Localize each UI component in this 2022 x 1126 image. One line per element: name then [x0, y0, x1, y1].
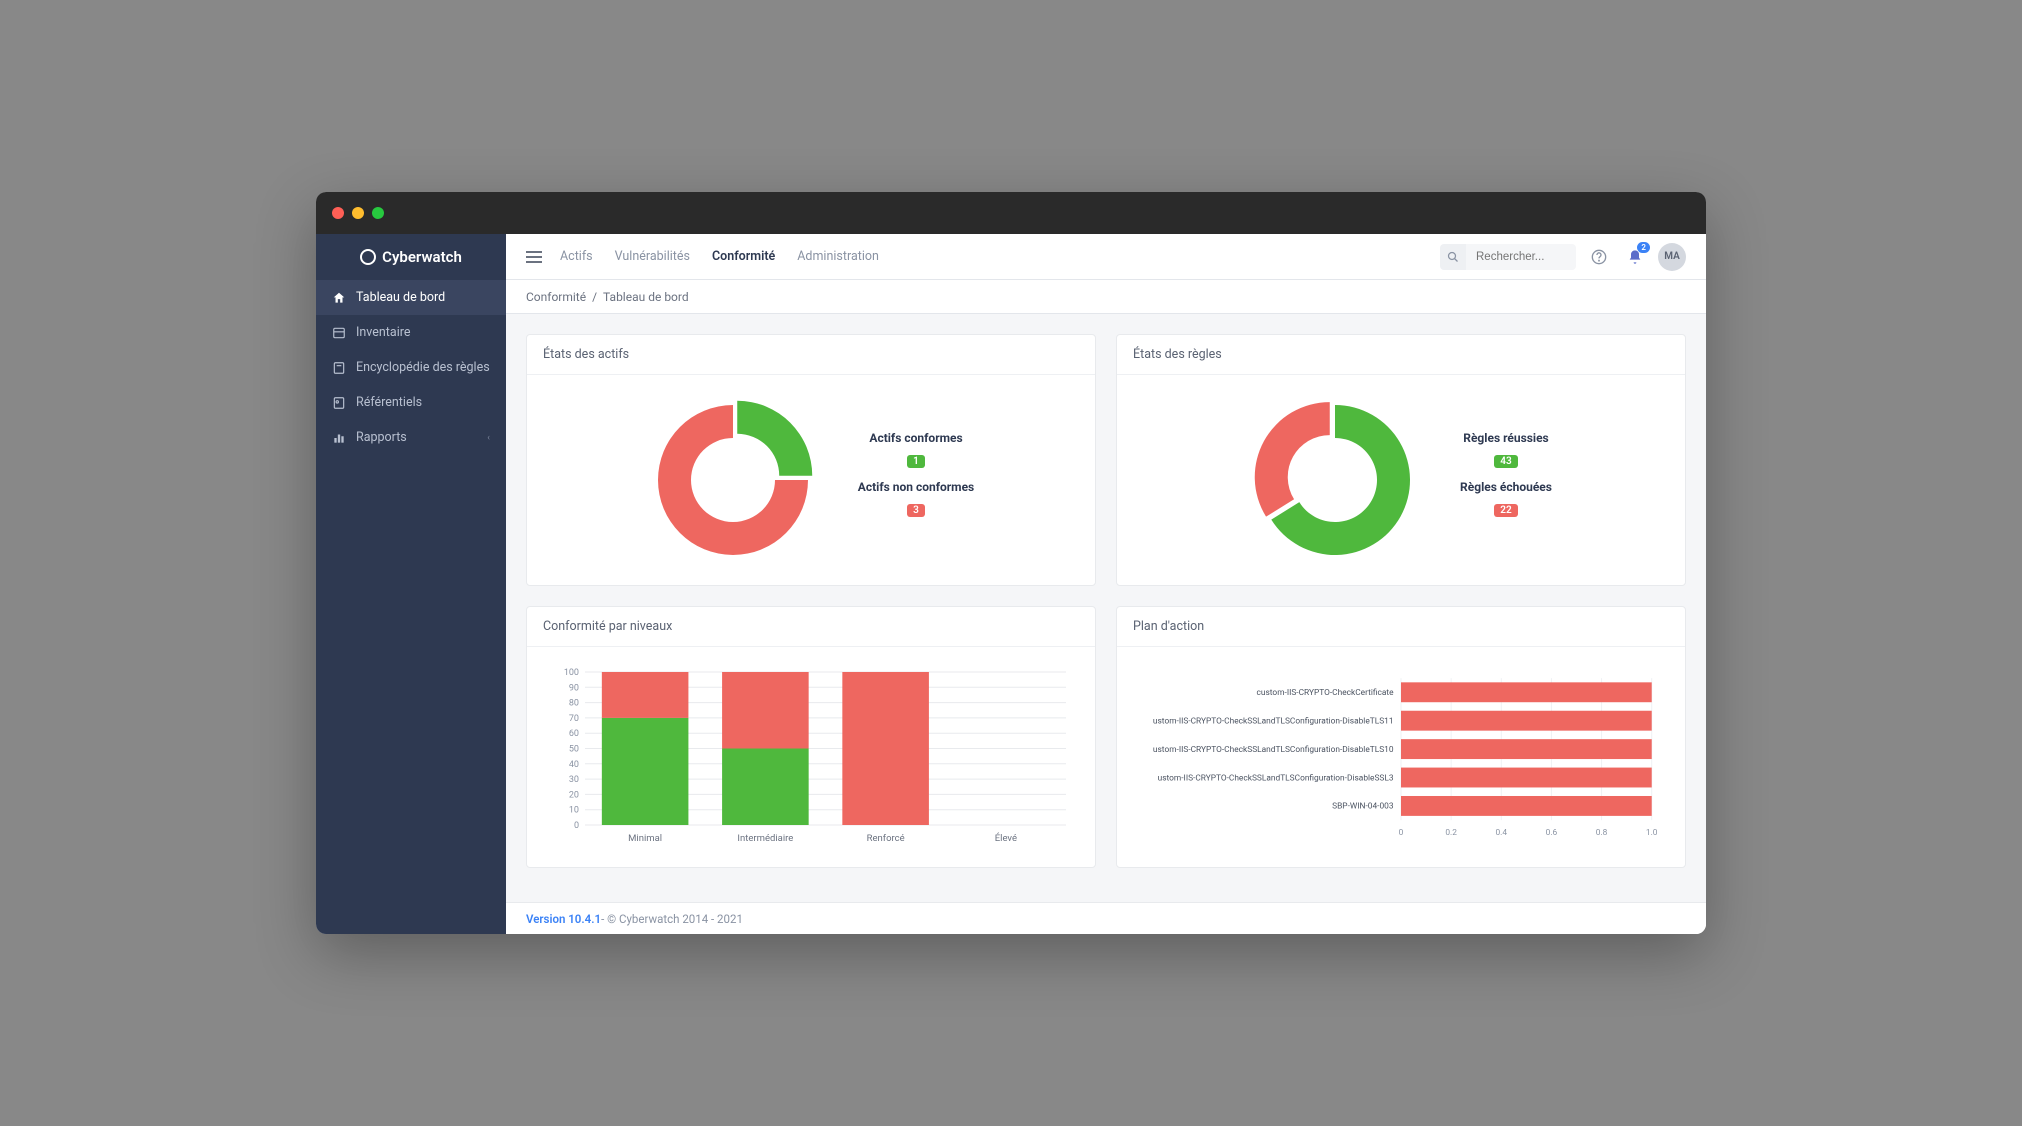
card-asset-states: États des actifs Actifs conformes 1 Acti…	[526, 334, 1096, 586]
svg-text:40: 40	[569, 760, 579, 770]
topbar: Actifs Vulnérabilités Conformité Adminis…	[506, 234, 1706, 280]
svg-text:80: 80	[569, 699, 579, 709]
book-icon	[332, 361, 346, 375]
svg-text:Minimal: Minimal	[628, 833, 662, 844]
topnav-assets[interactable]: Actifs	[560, 249, 593, 264]
brand-name: Cyberwatch	[382, 248, 462, 266]
card-action-plan: Plan d'action custom-IIS-CRYPTO-CheckCer…	[1116, 606, 1686, 868]
donut-chart-rules	[1250, 395, 1420, 565]
card-rule-states: États des règles Règles réussies 43 Règl…	[1116, 334, 1686, 586]
chevron-left-icon: ‹	[487, 433, 490, 443]
svg-text:90: 90	[569, 683, 579, 693]
sidebar-item-references[interactable]: Référentiels	[316, 385, 506, 420]
bar-chart-plan: custom-IIS-CRYPTO-CheckCertificate ustom-…	[1141, 667, 1661, 847]
help-button[interactable]	[1586, 244, 1612, 270]
copyright: - © Cyberwatch 2014 - 2021	[601, 912, 743, 926]
window-close-icon[interactable]	[332, 207, 344, 219]
svg-text:1.0: 1.0	[1646, 828, 1658, 838]
svg-text:30: 30	[569, 775, 579, 785]
footer: Version 10.4.1 - © Cyberwatch 2014 - 202…	[506, 902, 1706, 934]
window-minimize-icon[interactable]	[352, 207, 364, 219]
sidebar-item-label: Encyclopédie des règles	[356, 360, 490, 375]
svg-text:0.6: 0.6	[1546, 828, 1558, 838]
svg-text:50: 50	[569, 745, 579, 755]
sidebar-item-label: Rapports	[356, 430, 407, 445]
svg-text:ustom-IIS-CRYPTO-CheckSSLandTL: ustom-IIS-CRYPTO-CheckSSLandTLSConfigura…	[1153, 745, 1394, 755]
svg-text:Élevé: Élevé	[995, 832, 1017, 844]
svg-text:0.2: 0.2	[1445, 828, 1457, 838]
legend-count-failed: 22	[1494, 504, 1517, 517]
card-title: États des actifs	[527, 335, 1095, 375]
svg-text:Intermédiaire: Intermédiaire	[737, 833, 793, 844]
notifications-button[interactable]: 2	[1622, 244, 1648, 270]
card-title: États des règles	[1117, 335, 1685, 375]
sidebar-item-label: Tableau de bord	[356, 290, 445, 305]
svg-text:0: 0	[1399, 828, 1404, 838]
svg-text:0: 0	[574, 821, 579, 831]
legend-label-failed: Règles échouées	[1460, 480, 1552, 494]
svg-text:70: 70	[569, 714, 579, 724]
sidebar-item-encyclopedia[interactable]: Encyclopédie des règles	[316, 350, 506, 385]
svg-text:60: 60	[569, 729, 579, 739]
breadcrumb-page: Tableau de bord	[603, 290, 689, 304]
titlebar	[316, 192, 1706, 234]
search-input[interactable]	[1466, 244, 1576, 270]
menu-toggle-button[interactable]	[526, 251, 542, 263]
bar-chart-levels: 0 10 20 30 40 50 60 70 80 90 100 Minimal Intermédiai…	[551, 667, 1071, 847]
chart-icon	[332, 431, 346, 445]
search	[1440, 244, 1576, 270]
legend-count-passed: 43	[1494, 455, 1517, 468]
app-window: Cyberwatch Tableau de bord Inventaire En…	[316, 192, 1706, 934]
breadcrumb-section[interactable]: Conformité	[526, 290, 586, 304]
notification-count: 2	[1637, 242, 1650, 253]
avatar[interactable]: MA	[1658, 243, 1686, 271]
card-title: Conformité par niveaux	[527, 607, 1095, 647]
folder-icon	[332, 396, 346, 410]
topnav-compliance[interactable]: Conformité	[712, 249, 775, 264]
svg-text:0.4: 0.4	[1495, 828, 1507, 838]
window-maximize-icon[interactable]	[372, 207, 384, 219]
breadcrumb: Conformité / Tableau de bord	[506, 280, 1706, 314]
sidebar-item-label: Inventaire	[356, 325, 411, 340]
main: Actifs Vulnérabilités Conformité Adminis…	[506, 234, 1706, 934]
svg-text:custom-IIS-CRYPTO-CheckCertifi: custom-IIS-CRYPTO-CheckCertificate	[1257, 688, 1395, 698]
sidebar-item-dashboard[interactable]: Tableau de bord	[316, 280, 506, 315]
donut-chart-assets	[648, 395, 818, 565]
sidebar-item-inventory[interactable]: Inventaire	[316, 315, 506, 350]
svg-text:10: 10	[569, 806, 579, 816]
svg-text:SBP-WIN-04-003: SBP-WIN-04-003	[1332, 802, 1394, 812]
topnav-vulnerabilities[interactable]: Vulnérabilités	[615, 249, 690, 264]
logo-icon	[360, 249, 376, 265]
sidebar: Cyberwatch Tableau de bord Inventaire En…	[316, 234, 506, 934]
legend-label-conforming: Actifs conformes	[858, 431, 974, 445]
card-compliance-levels: Conformité par niveaux 0 10 20 30 40 50 60 70 80…	[526, 606, 1096, 868]
sidebar-item-reports[interactable]: Rapports ‹	[316, 420, 506, 455]
legend-label-nonconforming: Actifs non conformes	[858, 480, 974, 494]
sidebar-item-label: Référentiels	[356, 395, 422, 410]
card-title: Plan d'action	[1117, 607, 1685, 647]
top-nav: Actifs Vulnérabilités Conformité Adminis…	[560, 249, 879, 264]
brand-logo[interactable]: Cyberwatch	[316, 234, 506, 280]
legend-count-nonconforming: 3	[907, 504, 925, 517]
list-icon	[332, 326, 346, 340]
svg-text:100: 100	[564, 668, 579, 678]
svg-text:ustom-IIS-CRYPTO-CheckSSLandTL: ustom-IIS-CRYPTO-CheckSSLandTLSConfigura…	[1158, 773, 1394, 783]
svg-text:20: 20	[569, 790, 579, 800]
legend-count-conforming: 1	[907, 455, 925, 468]
search-icon[interactable]	[1440, 244, 1466, 270]
svg-text:ustom-IIS-CRYPTO-CheckSSLandTL: ustom-IIS-CRYPTO-CheckSSLandTLSConfigura…	[1153, 716, 1394, 726]
topnav-administration[interactable]: Administration	[797, 249, 879, 264]
svg-text:0.8: 0.8	[1596, 828, 1608, 838]
home-icon	[332, 291, 346, 305]
legend-label-passed: Règles réussies	[1460, 431, 1552, 445]
version-link[interactable]: Version 10.4.1	[526, 912, 601, 926]
svg-text:Renforcé: Renforcé	[867, 833, 905, 844]
